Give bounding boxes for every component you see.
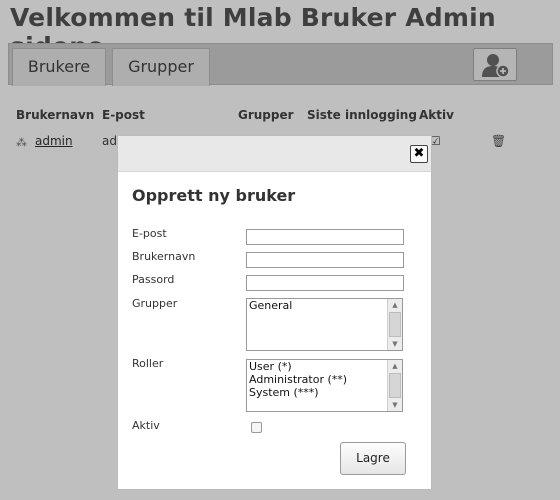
role-option[interactable]: User (*) <box>247 360 402 373</box>
scroll-down-icon[interactable]: ▼ <box>388 399 402 411</box>
create-user-dialog: ✖ Opprett ny bruker E-post Brukernavn Pa… <box>117 135 432 490</box>
role-option[interactable]: System (***) <box>247 386 402 399</box>
scroll-down-icon[interactable]: ▼ <box>388 338 402 350</box>
roles-listbox[interactable]: User (*) Administrator (**) System (***)… <box>246 359 403 412</box>
group-option[interactable]: General <box>247 299 402 312</box>
roles-scrollbar[interactable]: ▲ ▼ <box>387 360 402 411</box>
dialog-title: Opprett ny bruker <box>132 186 296 205</box>
scroll-up-icon[interactable]: ▲ <box>388 360 402 372</box>
groups-scrollbar[interactable]: ▲ ▼ <box>387 299 402 350</box>
username-label: Brukernavn <box>132 250 196 263</box>
role-option[interactable]: Administrator (**) <box>247 373 402 386</box>
roles-label: Roller <box>132 357 164 370</box>
close-button[interactable]: ✖ <box>410 145 428 163</box>
password-label: Passord <box>132 273 175 286</box>
dialog-titlebar: ✖ <box>118 136 431 172</box>
scroll-up-icon[interactable]: ▲ <box>388 299 402 311</box>
username-field[interactable] <box>246 252 404 268</box>
email-field[interactable] <box>246 229 404 245</box>
scroll-thumb[interactable] <box>389 312 401 337</box>
save-button[interactable]: Lagre <box>340 442 406 475</box>
groups-label: Grupper <box>132 297 178 310</box>
password-field[interactable] <box>246 275 404 291</box>
scroll-thumb[interactable] <box>389 373 401 398</box>
groups-listbox[interactable]: General ▲ ▼ <box>246 298 403 351</box>
active-checkbox[interactable] <box>251 422 262 433</box>
active-label: Aktiv <box>132 419 160 432</box>
email-label: E-post <box>132 227 167 240</box>
